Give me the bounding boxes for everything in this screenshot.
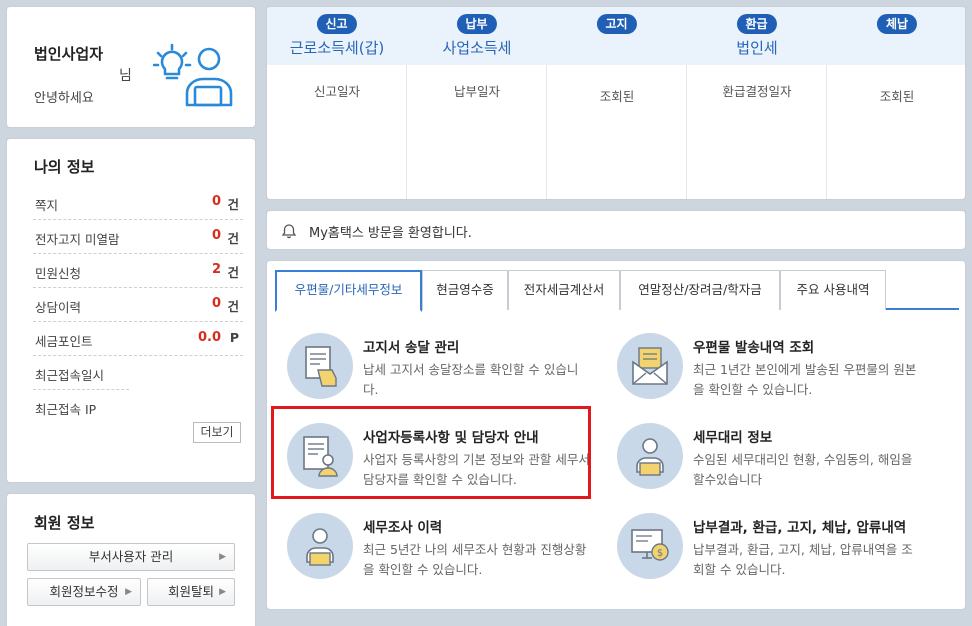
tab-main-usage[interactable]: 주요 사용내역 — [780, 270, 886, 310]
svg-text:$: $ — [657, 548, 663, 559]
sub-user-manage-button[interactable]: 부서사용자 관리 ▶ — [27, 543, 235, 571]
service-title: 우편물 발송내역 조회 — [693, 340, 815, 356]
arrow-right-icon: ▶ — [219, 587, 226, 597]
service-desc: 납부결과, 환급, 고지, 체납, 압류내역을 조회할 수 있습니다. — [693, 542, 913, 577]
user-idea-illustration-icon — [153, 43, 233, 107]
tax-card-refund[interactable]: 환급 법인세 환급결정일자 — [687, 7, 827, 199]
service-title: 세무조사 이력 — [363, 520, 443, 536]
service-mail-history[interactable]: 우편물 발송내역 조회 최근 1년간 본인에게 발송된 우편물의 원본을 확인할… — [617, 333, 937, 413]
tab-mail-tax-info[interactable]: 우편물/기타세무정보 — [275, 270, 422, 312]
tax-card-payment[interactable]: 납부 사업소득세 납부일자 — [407, 7, 547, 199]
tax-card-sub: 조회된 — [599, 89, 635, 104]
tax-card-report[interactable]: 신고 근로소득세(갑) 신고일자 — [267, 7, 407, 199]
tax-card-badge: 고지 — [596, 14, 637, 34]
info-unit: P — [229, 330, 239, 345]
tax-card-sub: 조회된 — [879, 89, 915, 104]
info-label: 최근접속 IP — [35, 402, 97, 417]
info-count[interactable]: 2 — [212, 262, 221, 277]
info-row-consult-history[interactable]: 상담이력 0 건 — [33, 288, 243, 322]
tax-card-name: 사업소득세 — [442, 39, 512, 57]
more-button[interactable]: 더보기 — [193, 422, 241, 443]
service-desc: 최근 1년간 본인에게 발송된 우편물의 원본을 확인할 수 있습니다. — [693, 362, 917, 397]
info-row-e-notice[interactable]: 전자고지 미열람 0 건 — [33, 220, 243, 254]
profile-panel: 법인사업자 님 안녕하세요 — [6, 6, 256, 128]
info-count[interactable]: 0 — [212, 296, 221, 311]
service-desc: 수임된 세무대리인 현황, 수임동의, 해임을 할수있습니다 — [693, 452, 913, 487]
tax-card-sub: 환급결정일자 — [722, 84, 792, 99]
service-desc: 최근 5년간 나의 세무조사 현황과 진행상황을 확인할 수 있습니다. — [363, 542, 587, 577]
honorific-label: 님 — [119, 68, 132, 84]
tax-card-badge: 신고 — [316, 14, 357, 34]
info-label: 전자고지 미열람 — [35, 232, 120, 247]
service-title: 세무대리 정보 — [693, 430, 773, 446]
highlight-box — [271, 406, 591, 499]
monitor-coin-icon: $ — [631, 529, 669, 561]
info-label: 쪽지 — [35, 198, 59, 213]
welcome-message: My홈택스 방문을 환영합니다. — [309, 226, 472, 241]
tax-card-badge: 체납 — [876, 14, 918, 34]
button-label: 회원정보수정 — [49, 584, 119, 599]
document-hand-icon — [305, 346, 337, 387]
bell-icon — [281, 224, 297, 239]
user-type-label: 법인사업자 — [34, 45, 104, 63]
info-unit: 건 — [227, 231, 239, 246]
tax-card-arrears[interactable]: 체납 조회된 — [827, 7, 965, 199]
member-title: 회원 정보 — [34, 514, 95, 532]
icon-circle — [287, 333, 353, 399]
service-title: 고지서 송달 관리 — [363, 340, 460, 356]
service-tax-audit-history[interactable]: 세무조사 이력 최근 5년간 나의 세무조사 현황과 진행상황을 확인할 수 있… — [287, 513, 607, 593]
arrow-right-icon: ▶ — [125, 587, 132, 597]
greeting-label: 안녕하세요 — [34, 91, 94, 106]
info-label: 상담이력 — [35, 300, 82, 315]
service-tabs: 우편물/기타세무정보 현금영수증 전자세금계산서 연말정산/장려금/학자금 주요… — [275, 270, 959, 312]
tab-e-tax-invoice[interactable]: 전자세금계산서 — [508, 270, 620, 310]
info-unit: 건 — [227, 197, 239, 212]
withdraw-button[interactable]: 회원탈퇴 ▶ — [147, 578, 235, 606]
info-label: 민원신청 — [35, 266, 82, 281]
member-panel: 회원 정보 부서사용자 관리 ▶ 회원정보수정 ▶ 회원탈퇴 ▶ — [6, 493, 256, 626]
tax-status-cards: 신고 근로소득세(갑) 신고일자 납부 사업소득세 납부일자 고지 조회된 환급… — [266, 6, 966, 200]
tab-cash-receipt[interactable]: 현금영수증 — [422, 270, 508, 310]
tax-card-sub: 납부일자 — [453, 84, 500, 99]
info-count[interactable]: 0 — [212, 194, 221, 209]
envelope-icon — [632, 347, 668, 385]
investigator-icon — [306, 528, 334, 566]
agent-person-icon — [636, 438, 664, 476]
service-title: 납부결과, 환급, 고지, 체납, 압류내역 — [693, 520, 907, 536]
button-label: 회원탈퇴 — [167, 584, 214, 599]
info-row-civil-request[interactable]: 민원신청 2 건 — [33, 254, 243, 288]
my-info-title: 나의 정보 — [34, 158, 95, 176]
info-unit: 건 — [227, 265, 239, 280]
button-label: 부서사용자 관리 — [88, 549, 174, 564]
service-payment-results[interactable]: $ 납부결과, 환급, 고지, 체납, 압류내역 납부결과, 환급, 고지, 체… — [617, 513, 937, 593]
tax-card-badge: 납부 — [456, 14, 497, 34]
edit-member-button[interactable]: 회원정보수정 ▶ — [27, 578, 141, 606]
tax-card-sub: 신고일자 — [313, 84, 360, 99]
info-row-note[interactable]: 쪽지 0 건 — [33, 186, 243, 220]
icon-circle — [617, 333, 683, 399]
tax-card-notice[interactable]: 고지 조회된 — [547, 7, 687, 199]
info-label: 최근접속일시 — [35, 368, 105, 383]
service-notice-delivery[interactable]: 고지서 송달 관리 납세 고지서 송달장소를 확인할 수 있습니다. — [287, 333, 607, 413]
service-desc: 납세 고지서 송달장소를 확인할 수 있습니다. — [363, 362, 579, 397]
icon-circle — [287, 513, 353, 579]
info-count[interactable]: 0.0 — [198, 330, 221, 345]
service-tax-agent-info[interactable]: 세무대리 정보 수임된 세무대리인 현황, 수임동의, 해임을 할수있습니다 — [617, 423, 937, 503]
icon-circle: $ — [617, 513, 683, 579]
info-unit: 건 — [227, 299, 239, 314]
arrow-right-icon: ▶ — [219, 552, 226, 562]
tab-year-end-settlement[interactable]: 연말정산/장려금/학자금 — [620, 270, 780, 310]
info-row-last-login: 최근접속일시 — [33, 356, 129, 390]
tax-card-name: 법인세 — [736, 39, 778, 57]
tax-card-name: 근로소득세(갑) — [289, 39, 385, 57]
icon-circle — [617, 423, 683, 489]
welcome-bar: My홈택스 방문을 환영합니다. — [266, 210, 966, 250]
info-count[interactable]: 0 — [212, 228, 221, 243]
tax-card-badge: 환급 — [736, 14, 777, 34]
my-info-panel: 나의 정보 쪽지 0 건 전자고지 미열람 0 건 민원신청 2 건 상담이력 … — [6, 138, 256, 483]
info-row-last-ip: 최근접속 IP — [33, 390, 243, 424]
info-row-tax-point[interactable]: 세금포인트 0.0 P — [33, 322, 243, 356]
info-label: 세금포인트 — [35, 334, 93, 349]
